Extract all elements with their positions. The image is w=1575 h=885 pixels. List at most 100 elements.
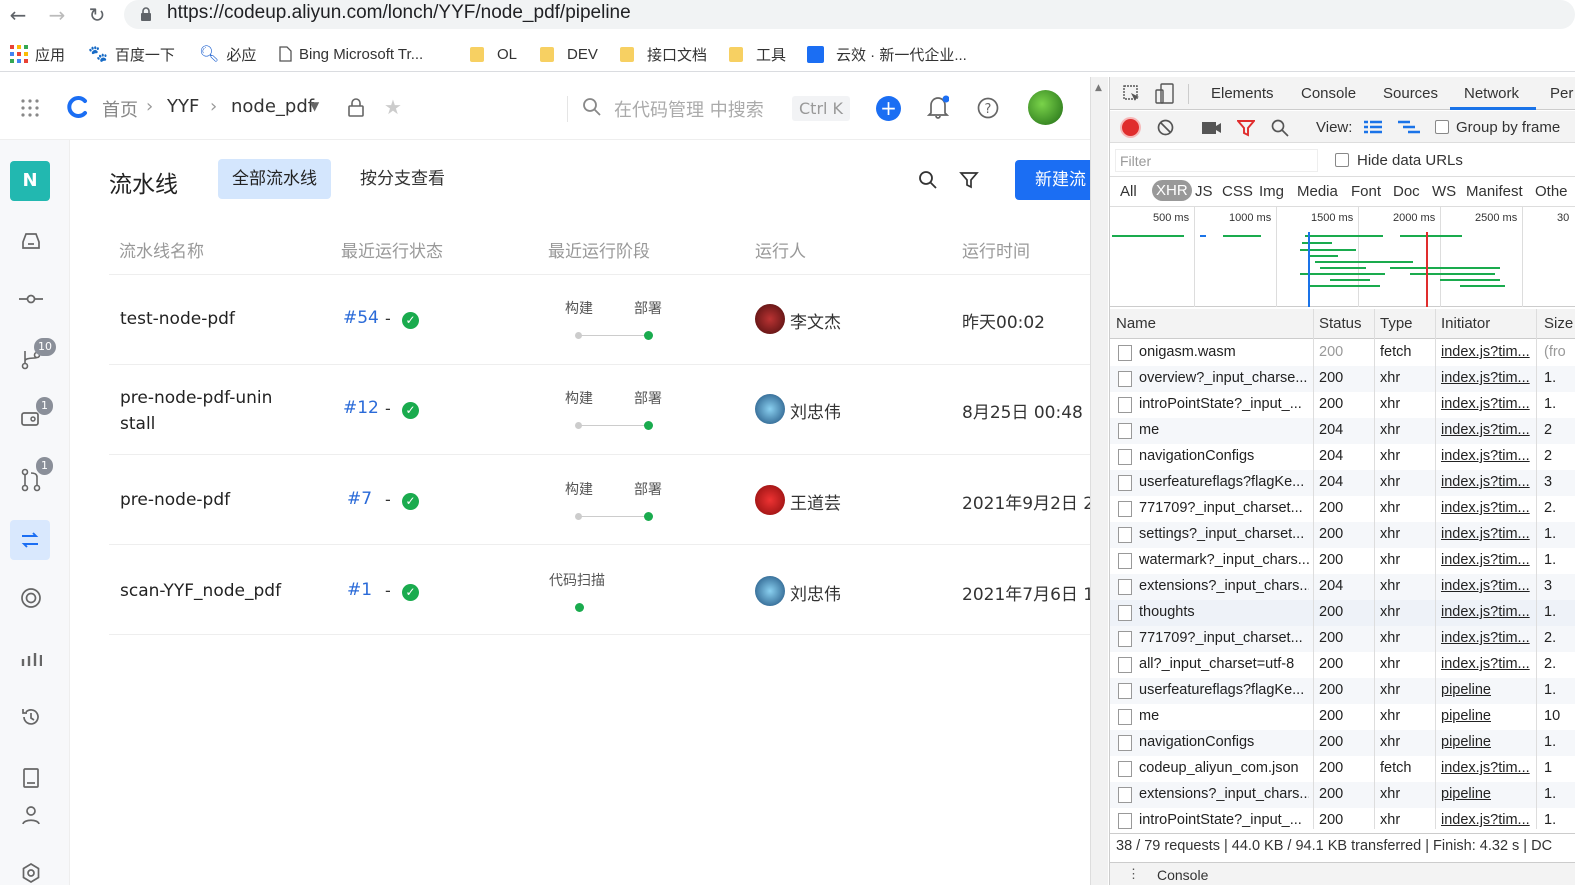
- filter-font[interactable]: Font: [1351, 183, 1381, 200]
- request-row[interactable]: userfeatureflags?flagKe... 204 xhr index.js…: [1110, 470, 1575, 496]
- request-row[interactable]: navigationConfigs 204 xhr index.js?tim... 2: [1110, 444, 1575, 470]
- request-initiator-link[interactable]: index.js?tim...: [1441, 760, 1533, 776]
- filter-img[interactable]: Img: [1259, 183, 1284, 200]
- device-toolbar-icon[interactable]: [1155, 83, 1175, 105]
- clear-block-icon[interactable]: [1157, 119, 1174, 136]
- request-row[interactable]: me 200 xhr pipeline 10: [1110, 704, 1575, 730]
- page-scrollbar[interactable]: ▲: [1090, 77, 1108, 885]
- request-row[interactable]: userfeatureflags?flagKe... 200 xhr pipeline…: [1110, 678, 1575, 704]
- table-row[interactable]: test-node-pdf #54 - ✓ 构建 部署 李文杰 昨天00:02: [109, 275, 1090, 365]
- forward-arrow-icon[interactable]: →: [45, 3, 69, 27]
- request-row[interactable]: codeup_aliyun_com.json 200 fetch index.js?t…: [1110, 756, 1575, 782]
- request-name[interactable]: all?_input_charset=utf-8: [1139, 656, 1309, 672]
- pipeline-name[interactable]: pre-node-pdf-uninstall: [120, 385, 280, 437]
- run-number-link[interactable]: #54: [343, 308, 379, 328]
- bookmark-folder-dev[interactable]: DEV: [540, 38, 598, 70]
- request-name[interactable]: extensions?_input_chars...: [1139, 578, 1309, 594]
- run-number-link[interactable]: #12: [343, 398, 379, 418]
- request-row[interactable]: settings?_input_charset... 200 xhr index.js…: [1110, 522, 1575, 548]
- column-header-initiator[interactable]: Initiator: [1441, 315, 1490, 332]
- bookmark-baidu[interactable]: 🐾 百度一下: [88, 38, 175, 70]
- network-timeline-overview[interactable]: 500 ms 1000 ms 1500 ms 2000 ms 2500 ms 3…: [1110, 207, 1575, 307]
- insights-bar-chart-icon[interactable]: [20, 649, 42, 667]
- screenshot-camera-icon[interactable]: [1202, 121, 1222, 135]
- code-scan-icon[interactable]: [20, 587, 42, 609]
- request-name[interactable]: introPointState?_input_...: [1139, 812, 1309, 828]
- request-initiator-link[interactable]: index.js?tim...: [1441, 630, 1533, 646]
- request-initiator-link[interactable]: index.js?tim...: [1441, 396, 1533, 412]
- filter-other[interactable]: Othe: [1535, 183, 1568, 200]
- column-header-type[interactable]: Type: [1380, 315, 1413, 332]
- request-name[interactable]: navigationConfigs: [1139, 734, 1309, 750]
- request-initiator-link[interactable]: index.js?tim...: [1441, 344, 1533, 360]
- new-pipeline-button[interactable]: 新建流: [1015, 160, 1095, 200]
- request-name[interactable]: extensions?_input_chars...: [1139, 786, 1309, 802]
- pipeline-name[interactable]: test-node-pdf: [120, 306, 320, 332]
- breadcrumb-repo[interactable]: node_pdf: [231, 96, 314, 117]
- run-number-link[interactable]: #7: [347, 489, 372, 509]
- request-initiator-link[interactable]: index.js?tim...: [1441, 526, 1533, 542]
- tab-all-pipelines[interactable]: 全部流水线: [218, 159, 331, 199]
- large-rows-list-icon[interactable]: [1364, 120, 1382, 136]
- request-name[interactable]: introPointState?_input_...: [1139, 396, 1309, 412]
- pipeline-name[interactable]: pre-node-pdf: [120, 487, 320, 513]
- request-row[interactable]: extensions?_input_chars... 200 xhr pipeline…: [1110, 782, 1575, 808]
- request-name[interactable]: userfeatureflags?flagKe...: [1139, 474, 1309, 490]
- request-name[interactable]: settings?_input_charset...: [1139, 526, 1309, 542]
- request-name[interactable]: overview?_input_charse...: [1139, 370, 1309, 386]
- request-name[interactable]: 771709?_input_charset...: [1139, 630, 1309, 646]
- request-initiator-link[interactable]: index.js?tim...: [1441, 448, 1533, 464]
- search-icon[interactable]: [1271, 119, 1289, 137]
- bookmark-folder-ol[interactable]: OL: [470, 38, 517, 70]
- back-arrow-icon[interactable]: ←: [6, 3, 30, 27]
- request-name[interactable]: navigationConfigs: [1139, 448, 1309, 464]
- request-row[interactable]: thoughts 200 xhr index.js?tim... 1.: [1110, 600, 1575, 626]
- request-initiator-link[interactable]: index.js?tim...: [1441, 370, 1533, 386]
- inspect-element-icon[interactable]: [1123, 85, 1141, 103]
- tab-elements[interactable]: Elements: [1211, 85, 1274, 102]
- wiki-book-icon[interactable]: [21, 767, 41, 789]
- filter-js[interactable]: JS: [1195, 183, 1213, 200]
- help-icon[interactable]: ?: [977, 97, 999, 119]
- request-row[interactable]: 771709?_input_charset... 200 xhr index.js?t…: [1110, 496, 1575, 522]
- user-avatar[interactable]: [1028, 90, 1063, 125]
- request-initiator-link[interactable]: index.js?tim...: [1441, 656, 1533, 672]
- request-row[interactable]: extensions?_input_chars... 204 xhr index.js…: [1110, 574, 1575, 600]
- filter-xhr[interactable]: XHR: [1152, 180, 1192, 201]
- column-header-status[interactable]: Status: [1319, 315, 1362, 332]
- tab-by-branch[interactable]: 按分支查看: [346, 159, 459, 199]
- tab-console[interactable]: Console: [1301, 85, 1356, 102]
- request-initiator-link[interactable]: index.js?tim...: [1441, 812, 1533, 828]
- request-name[interactable]: userfeatureflags?flagKe...: [1139, 682, 1309, 698]
- waterfall-overview-icon[interactable]: [1398, 120, 1420, 136]
- request-initiator-link[interactable]: index.js?tim...: [1441, 552, 1533, 568]
- filter-manifest[interactable]: Manifest: [1466, 183, 1523, 200]
- bookmark-folder-tools[interactable]: 工具: [729, 38, 786, 70]
- request-row[interactable]: all?_input_charset=utf-8 200 xhr index.js?t…: [1110, 652, 1575, 678]
- request-initiator-link[interactable]: pipeline: [1441, 786, 1533, 802]
- bookmark-bing-translator[interactable]: Bing Microsoft Tr...: [279, 38, 423, 70]
- column-header-name[interactable]: Name: [1116, 315, 1156, 332]
- filter-ws[interactable]: WS: [1432, 183, 1456, 200]
- request-initiator-link[interactable]: index.js?tim...: [1441, 422, 1533, 438]
- filter-all[interactable]: All: [1120, 183, 1137, 200]
- request-row[interactable]: me 204 xhr index.js?tim... 2: [1110, 418, 1575, 444]
- more-dots-icon[interactable]: ⋮: [1127, 866, 1140, 882]
- table-row[interactable]: pre-node-pdf-uninstall #12 - ✓ 构建 部署 刘忠伟…: [109, 365, 1090, 455]
- request-row[interactable]: overview?_input_charse... 200 xhr index.js?…: [1110, 366, 1575, 392]
- request-initiator-link[interactable]: index.js?tim...: [1441, 578, 1533, 594]
- bookmark-yunxiao[interactable]: 云效 · 新一代企业...: [807, 38, 967, 70]
- request-initiator-link[interactable]: index.js?tim...: [1441, 604, 1533, 620]
- pipeline-name[interactable]: scan-YYF_node_pdf: [120, 578, 320, 604]
- run-number-link[interactable]: #1: [347, 580, 372, 600]
- create-plus-icon[interactable]: +: [876, 96, 901, 121]
- request-row[interactable]: 771709?_input_charset... 200 xhr index.js?t…: [1110, 626, 1575, 652]
- request-name[interactable]: codeup_aliyun_com.json: [1139, 760, 1309, 776]
- code-files-icon[interactable]: [20, 230, 42, 252]
- codeup-logo-icon[interactable]: [66, 95, 90, 119]
- sidebar-item-pipeline[interactable]: [10, 520, 50, 560]
- filter-media[interactable]: Media: [1297, 183, 1338, 200]
- hide-data-urls-checkbox[interactable]: [1335, 153, 1349, 167]
- bell-icon[interactable]: [927, 95, 949, 119]
- history-icon[interactable]: [20, 706, 42, 728]
